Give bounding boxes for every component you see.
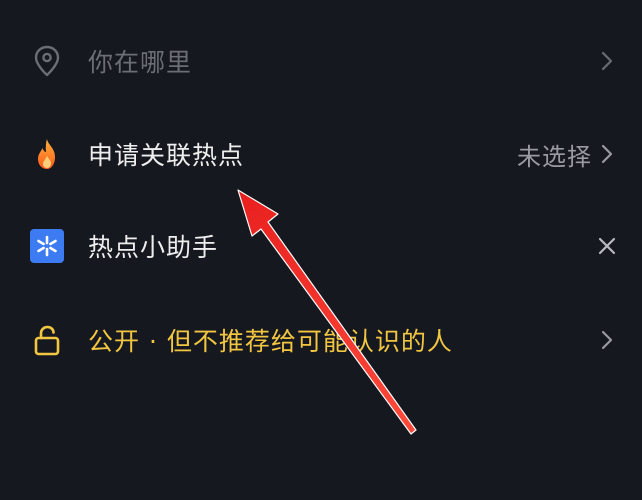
chevron-right-icon [598, 328, 616, 352]
hotspot-helper-row[interactable]: 热点小助手 [0, 216, 642, 276]
close-icon[interactable] [596, 235, 618, 257]
location-label: 你在哪里 [88, 48, 193, 77]
chevron-right-icon [598, 49, 616, 73]
location-row[interactable]: 你在哪里 [0, 31, 642, 91]
hotspot-helper-label: 热点小助手 [88, 233, 219, 262]
hotspot-selection-value: 未选择 [517, 142, 592, 171]
location-pin-icon [29, 43, 65, 79]
related-hotspot-row[interactable]: 申请关联热点 未选择 [0, 124, 642, 184]
flame-icon [29, 136, 65, 172]
post-settings-screen: 你在哪里 申请关联热点 未选择 热点小助手 公开 · 但不推荐给可能认识的人 [0, 0, 642, 500]
hotspot-helper-icon [29, 228, 65, 264]
related-hotspot-label: 申请关联热点 [88, 141, 245, 170]
chevron-right-icon [598, 142, 616, 166]
visibility-label: 公开 · 但不推荐给可能认识的人 [88, 327, 453, 356]
unlock-icon [29, 322, 65, 358]
visibility-row[interactable]: 公开 · 但不推荐给可能认识的人 [0, 310, 642, 370]
